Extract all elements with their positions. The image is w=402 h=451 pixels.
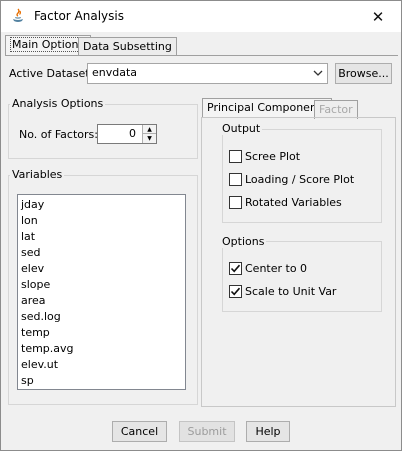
- options-group: [222, 241, 382, 312]
- variables-list[interactable]: jday lon lat sed elev slope area sed.log…: [17, 194, 186, 390]
- list-item[interactable]: area: [21, 293, 46, 309]
- help-button[interactable]: Help: [246, 421, 290, 442]
- list-item[interactable]: temp.avg: [21, 341, 74, 357]
- output-title: Output: [220, 122, 263, 135]
- scale-to-unit-var-label: Scale to Unit Var: [245, 285, 337, 298]
- triangle-down-icon: ▼: [147, 135, 152, 142]
- main-tab-panel-border: [5, 55, 398, 56]
- list-item[interactable]: lat: [21, 229, 35, 245]
- active-dataset-value: envdata: [92, 66, 138, 79]
- submit-button: Submit: [179, 421, 235, 442]
- center-to-0-checkbox[interactable]: [229, 262, 242, 275]
- close-button[interactable]: ✕: [355, 1, 401, 32]
- title-bar: Factor Analysis ✕: [1, 1, 401, 32]
- active-dataset-select[interactable]: envdata: [87, 63, 328, 84]
- checkmark-icon: [230, 264, 241, 273]
- factors-spinner[interactable]: 0 ▲ ▼: [97, 124, 157, 144]
- cancel-button[interactable]: Cancel: [112, 421, 167, 442]
- factor-analysis-window: Factor Analysis ✕ Main Options Data Subs…: [0, 0, 402, 451]
- factors-value: 0: [129, 127, 136, 140]
- spinner-down-button[interactable]: ▼: [142, 134, 156, 143]
- variables-title: Variables: [10, 168, 65, 181]
- checkmark-icon: [230, 287, 241, 296]
- spinner-up-button[interactable]: ▲: [142, 125, 156, 134]
- tab-factor-label: Factor: [319, 103, 353, 116]
- rotated-variables-label: Rotated Variables: [245, 196, 342, 209]
- scree-plot-label: Scree Plot: [245, 150, 301, 163]
- close-icon: ✕: [371, 7, 385, 26]
- list-item[interactable]: sed.log: [21, 309, 61, 325]
- triangle-up-icon: ▲: [147, 126, 152, 133]
- analysis-options-title: Analysis Options: [10, 97, 106, 110]
- list-item[interactable]: slope: [21, 277, 50, 293]
- tab-data-subsetting-label: Data Subsetting: [83, 40, 172, 53]
- java-icon: [10, 8, 26, 24]
- list-item[interactable]: temp: [21, 325, 50, 341]
- browse-button[interactable]: Browse...: [335, 63, 392, 84]
- factors-label: No. of Factors:: [19, 128, 98, 141]
- tab-principal-components-label: Principal Components: [207, 101, 327, 114]
- chevron-down-icon: [313, 68, 323, 78]
- tab-main-options-label: Main Options: [10, 37, 87, 52]
- loading-score-plot-checkbox[interactable]: [229, 173, 242, 186]
- options-title: Options: [220, 235, 267, 248]
- list-item[interactable]: sp: [21, 373, 34, 389]
- list-item[interactable]: lon: [21, 213, 38, 229]
- loading-score-plot-label: Loading / Score Plot: [245, 173, 355, 186]
- list-item[interactable]: elev: [21, 261, 44, 277]
- rotated-variables-checkbox[interactable]: [229, 196, 242, 209]
- window-title: Factor Analysis: [34, 9, 124, 23]
- active-dataset-label: Active Dataset:: [9, 67, 94, 80]
- tab-principal-components[interactable]: Principal Components: [202, 98, 332, 118]
- list-item[interactable]: jday: [21, 197, 44, 213]
- tab-data-subsetting[interactable]: Data Subsetting: [78, 37, 177, 56]
- list-item[interactable]: elev.ut: [21, 357, 58, 373]
- center-to-0-label: Center to 0: [245, 262, 308, 275]
- scree-plot-checkbox[interactable]: [229, 150, 242, 163]
- list-item[interactable]: sed: [21, 245, 40, 261]
- scale-to-unit-var-checkbox[interactable]: [229, 285, 242, 298]
